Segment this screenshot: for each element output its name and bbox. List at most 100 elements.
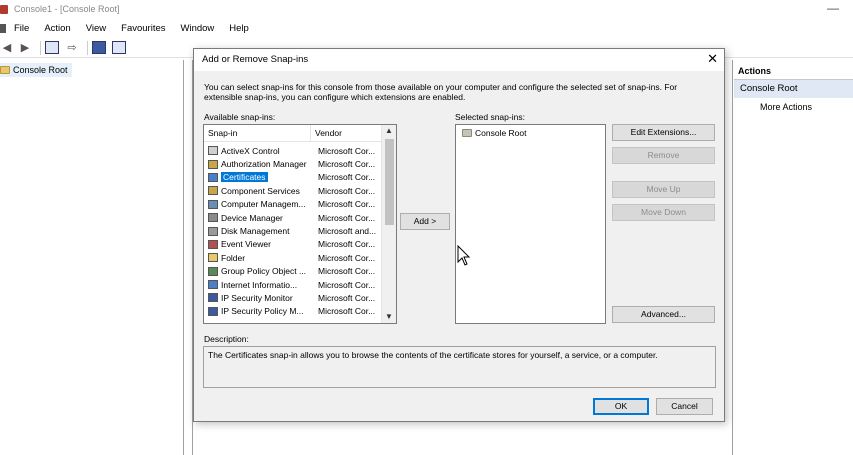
- snapin-name-text: Component Services: [221, 185, 300, 196]
- move-up-button[interactable]: Move Up: [612, 181, 715, 198]
- snapin-row[interactable]: IP Security Monitor Microsoft Cor...: [204, 291, 382, 304]
- snapin-vendor: Microsoft Cor...: [318, 279, 376, 290]
- ok-button[interactable]: OK: [593, 398, 649, 415]
- menu-help[interactable]: Help: [229, 23, 249, 34]
- snapin-row[interactable]: Group Policy Object ... Microsoft Cor...: [204, 265, 382, 278]
- snapin-row[interactable]: Certificates Microsoft Cor...: [204, 171, 382, 184]
- window-title-bar: Console1 - [Console Root] —: [0, 0, 853, 18]
- snapin-vendor: Microsoft Cor...: [318, 145, 376, 156]
- snapin-icon: [208, 293, 218, 303]
- menu-bar: File Action View Favourites Window Help: [0, 19, 853, 37]
- mmc-app-icon: [0, 4, 8, 14]
- snapin-row[interactable]: IP Security Policy M... Microsoft Cor...: [204, 305, 382, 318]
- snapin-icon: [208, 306, 218, 316]
- snapin-name: IP Security Policy M...: [221, 306, 311, 316]
- menu-view[interactable]: View: [86, 23, 106, 34]
- back-arrow-icon[interactable]: ◀: [0, 41, 14, 55]
- snapin-vendor: Microsoft Cor...: [318, 252, 376, 263]
- actions-pane: Actions Console Root More Actions: [734, 60, 853, 455]
- description-box: The Certificates snap-in allows you to b…: [203, 346, 716, 388]
- dialog-intro-text: You can select snap-ins for this console…: [204, 82, 678, 102]
- scroll-thumb[interactable]: [385, 139, 394, 225]
- export-list-icon[interactable]: ⇨: [65, 41, 79, 55]
- tree-item-console-root[interactable]: Console Root: [0, 63, 72, 77]
- snapin-vendor: Microsoft Cor...: [318, 239, 376, 250]
- advanced-button[interactable]: Advanced...: [612, 306, 715, 323]
- toolbar-separator: [40, 40, 41, 55]
- more-actions-link[interactable]: More Actions: [734, 98, 853, 116]
- snapin-vendor: Microsoft Cor...: [318, 212, 376, 223]
- close-icon[interactable]: ✕: [707, 52, 718, 66]
- snapin-name-text: ActiveX Control: [221, 145, 280, 156]
- remove-button[interactable]: Remove: [612, 147, 715, 164]
- snapin-icon: [208, 239, 218, 249]
- description-label: Description:: [204, 334, 249, 344]
- snapin-name-text: Folder: [221, 252, 246, 263]
- snapin-name: Component Services: [221, 186, 311, 196]
- snapin-name-text: Event Viewer: [221, 239, 271, 250]
- cancel-button[interactable]: Cancel: [656, 398, 713, 415]
- vertical-scrollbar[interactable]: ▲ ▼: [381, 125, 396, 323]
- dialog-title: Add or Remove Snap-ins: [194, 49, 724, 71]
- available-snapins-label: Available snap-ins:: [204, 112, 276, 122]
- snapin-icon: [208, 266, 218, 276]
- snapin-row[interactable]: Internet Informatio... Microsoft Cor...: [204, 278, 382, 291]
- snapin-icon: [208, 199, 218, 209]
- snapin-row[interactable]: Event Viewer Microsoft Cor...: [204, 238, 382, 251]
- selected-snapins-list[interactable]: Console Root: [455, 124, 606, 324]
- snapin-icon: [208, 186, 218, 196]
- snapin-name: Group Policy Object ...: [221, 266, 311, 276]
- minimize-button[interactable]: —: [827, 1, 839, 15]
- snapin-icon: [208, 146, 218, 156]
- edit-extensions-button[interactable]: Edit Extensions...: [612, 124, 715, 141]
- snapin-row[interactable]: Device Manager Microsoft Cor...: [204, 211, 382, 224]
- snapin-name: Certificates: [221, 172, 311, 183]
- snapin-vendor: Microsoft and...: [318, 226, 377, 237]
- selected-item-console-root[interactable]: Console Root: [462, 128, 527, 138]
- folder-icon: [462, 129, 472, 137]
- snapin-icon: [208, 159, 218, 169]
- snapin-row[interactable]: Authorization Manager Microsoft Cor...: [204, 157, 382, 170]
- folder-icon: [0, 66, 10, 74]
- snapin-row[interactable]: Folder Microsoft Cor...: [204, 251, 382, 264]
- snapin-name: Event Viewer: [221, 239, 311, 249]
- forward-arrow-icon[interactable]: ▶: [18, 41, 32, 55]
- menu-window[interactable]: Window: [181, 23, 215, 34]
- snapin-name-text: Device Manager: [221, 212, 283, 223]
- console-menu-icon[interactable]: [0, 23, 6, 33]
- show-hide-action-pane-icon[interactable]: [112, 41, 126, 54]
- help-icon[interactable]: [92, 41, 106, 54]
- results-pane: [185, 60, 193, 455]
- scroll-up-icon[interactable]: ▲: [382, 125, 396, 137]
- snapin-vendor: Microsoft Cor...: [318, 266, 376, 277]
- show-hide-tree-icon[interactable]: [45, 41, 59, 54]
- console-tree-pane: Console Root: [0, 60, 184, 455]
- snapin-name-text: Certificates: [221, 172, 268, 183]
- snapin-vendor: Microsoft Cor...: [318, 306, 376, 317]
- snapin-row[interactable]: Disk Management Microsoft and...: [204, 224, 382, 237]
- actions-section-console-root[interactable]: Console Root: [734, 80, 853, 98]
- selected-snapins-label: Selected snap-ins:: [455, 112, 525, 122]
- scroll-down-icon[interactable]: ▼: [382, 311, 396, 323]
- snapin-row[interactable]: Computer Managem... Microsoft Cor...: [204, 198, 382, 211]
- add-button[interactable]: Add >: [400, 213, 450, 230]
- snapin-row[interactable]: Component Services Microsoft Cor...: [204, 184, 382, 197]
- column-header-vendor[interactable]: Vendor: [311, 125, 382, 141]
- move-down-button[interactable]: Move Down: [612, 204, 715, 221]
- snapin-name: Disk Management: [221, 226, 311, 236]
- snapin-name: Folder: [221, 253, 311, 263]
- snapin-icon: [208, 172, 218, 182]
- menu-action[interactable]: Action: [44, 23, 70, 34]
- toolbar-separator: [87, 40, 88, 55]
- snapin-rows: ActiveX Control Microsoft Cor... Authoriza…: [204, 144, 382, 318]
- menu-favourites[interactable]: Favourites: [121, 23, 165, 34]
- snapin-row[interactable]: ActiveX Control Microsoft Cor...: [204, 144, 382, 157]
- snapin-name: IP Security Monitor: [221, 293, 311, 303]
- snapin-vendor: Microsoft Cor...: [318, 172, 376, 183]
- column-header-snapin[interactable]: Snap-in: [204, 125, 311, 141]
- snapin-name: Computer Managem...: [221, 199, 311, 209]
- available-snapins-list[interactable]: Snap-in Vendor ActiveX Control Microsoft …: [203, 124, 397, 324]
- snapin-icon: [208, 253, 218, 263]
- menu-file[interactable]: File: [14, 23, 29, 34]
- snapin-icon: [208, 280, 218, 290]
